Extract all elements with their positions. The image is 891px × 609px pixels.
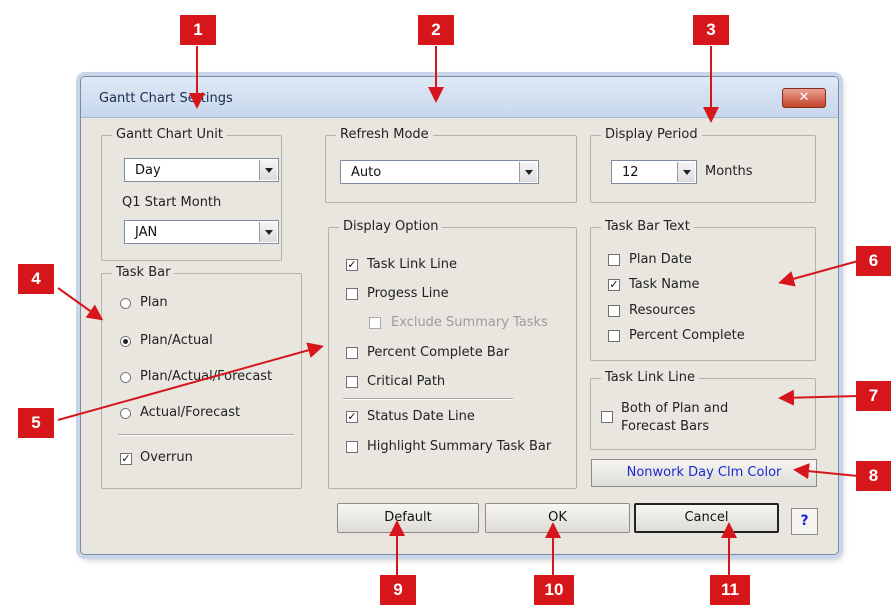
callout-badge-6: 6 xyxy=(856,246,891,276)
callout-badge-8: 8 xyxy=(856,461,891,491)
callout-badge-1: 1 xyxy=(180,15,216,45)
callout-badge-9: 9 xyxy=(380,575,416,605)
callout-arrow-8 xyxy=(793,463,859,480)
callout-badge-10: 10 xyxy=(534,575,574,605)
callout-arrow-7 xyxy=(778,389,859,406)
callout-badge-4: 4 xyxy=(18,264,54,294)
callout-arrows xyxy=(57,46,859,575)
callout-arrow-4 xyxy=(57,287,104,321)
callout-arrow-6 xyxy=(778,260,859,287)
callout-arrow-5 xyxy=(57,342,324,421)
callout-badge-2: 2 xyxy=(418,15,454,45)
callout-badge-7: 7 xyxy=(856,381,891,411)
callout-badge-3: 3 xyxy=(693,15,729,45)
callout-badge-5: 5 xyxy=(18,408,54,438)
callout-badge-11: 11 xyxy=(710,575,750,605)
